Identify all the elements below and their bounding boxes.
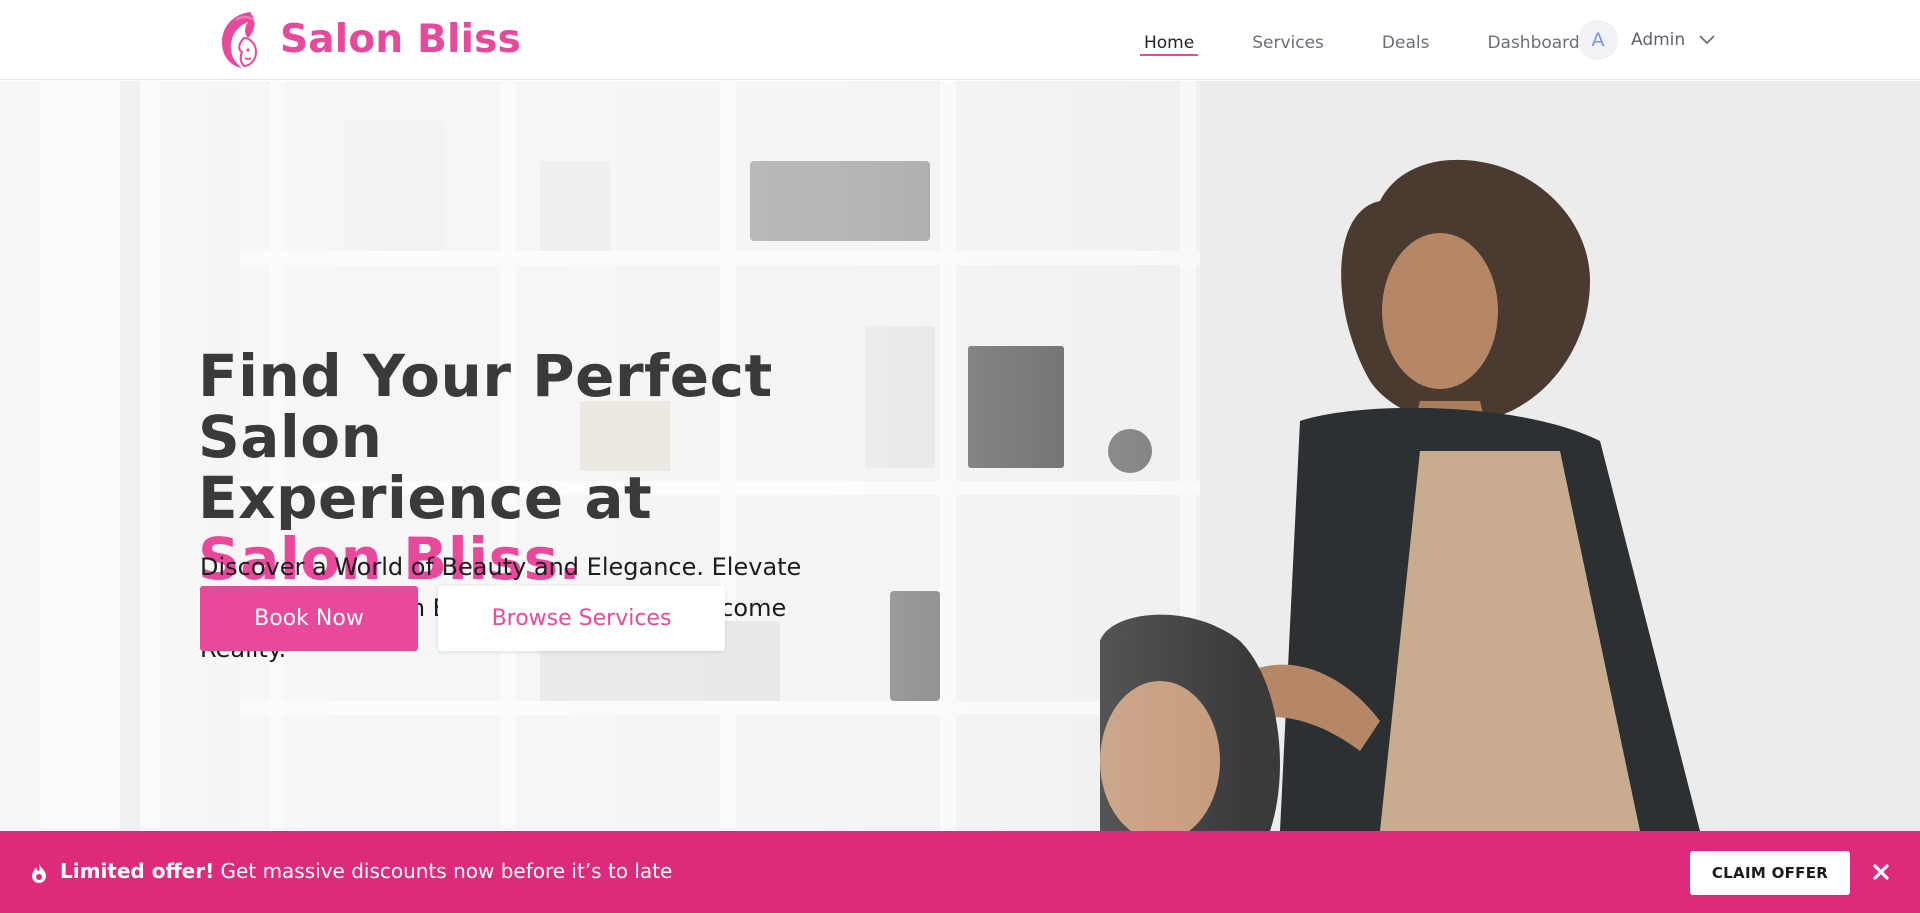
claim-offer-button[interactable]: CLAIM OFFER [1690,851,1850,895]
hero-section: Find Your Perfect Salon Experience at Sa… [0,81,1920,831]
brand-name: Salon Bliss [280,16,521,62]
hero-title-line1: Find Your Perfect Salon [198,342,773,471]
browse-services-button[interactable]: Browse Services [438,586,725,651]
brand[interactable]: Salon Bliss [214,8,521,70]
offer-strong-text: Limited offer! [60,859,215,883]
main-nav: Home Services Deals Dashboard [1140,0,1634,80]
site-header: Salon Bliss Home Services Deals Dashboar… [0,0,1920,80]
nav-dashboard[interactable]: Dashboard [1483,0,1583,80]
nav-home[interactable]: Home [1140,0,1199,80]
offer-message: Get massive discounts now before it’s to… [214,859,673,883]
close-icon[interactable] [1870,861,1892,883]
hero-title-line2: Experience at [198,464,653,532]
offer-text: Limited offer! Get massive discounts now… [60,859,672,883]
user-menu[interactable]: A Admin [1578,20,1715,60]
woman-face-logo-icon [222,12,258,68]
user-name[interactable]: Admin [1631,30,1685,50]
offer-bar: Limited offer! Get massive discounts now… [0,831,1920,913]
fire-icon [32,863,46,883]
chevron-down-icon[interactable] [1699,35,1715,45]
avatar[interactable]: A [1578,20,1618,60]
book-now-button[interactable]: Book Now [200,586,418,651]
nav-deals[interactable]: Deals [1378,0,1434,80]
nav-services[interactable]: Services [1248,0,1328,80]
